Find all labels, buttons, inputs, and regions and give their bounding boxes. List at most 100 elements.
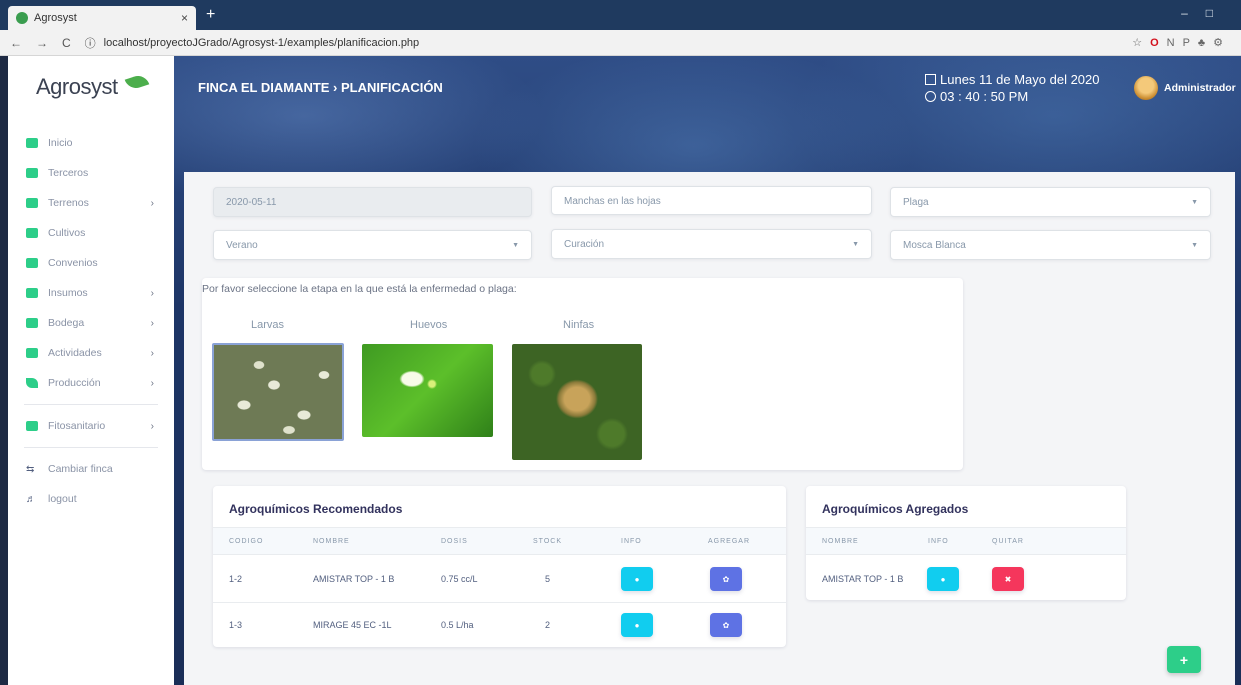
- recommended-title: Agroquímicos Recomendados: [229, 502, 403, 516]
- chevron-down-icon: ▼: [852, 240, 859, 248]
- added-card: Agroquímicos Agregados NOMBRE INFO QUITA…: [806, 486, 1126, 600]
- warehouse-icon: [26, 318, 38, 328]
- chevron-down-icon: ▼: [512, 241, 519, 249]
- remove-button[interactable]: ✖: [992, 567, 1024, 591]
- extensions-area[interactable]: ☆ONP♣⚙: [1132, 36, 1231, 49]
- season-select-value: Verano: [226, 239, 258, 251]
- stage-label-ninfas: Ninfas: [563, 319, 595, 331]
- info-icon: ●: [634, 620, 640, 630]
- stage-image-ninfas[interactable]: [512, 344, 642, 460]
- sidebar-item-cultivos[interactable]: Cultivos: [8, 218, 174, 248]
- user-name[interactable]: Administrador: [1164, 82, 1236, 94]
- tab-title: Agrosyst: [34, 12, 77, 24]
- map-icon: [26, 348, 38, 358]
- info-button[interactable]: ●: [927, 567, 959, 591]
- stage-question: Por favor seleccione la etapa en la que …: [202, 283, 517, 295]
- current-time: 03 : 40 : 50 PM: [940, 89, 1029, 104]
- back-icon[interactable]: ←: [10, 36, 22, 50]
- sidebar-item-insumos[interactable]: Insumos ›: [8, 278, 174, 308]
- sidebar-item-terceros[interactable]: Terceros: [8, 158, 174, 188]
- tab-close-icon[interactable]: ×: [181, 11, 188, 25]
- add-button[interactable]: ✿: [710, 567, 742, 591]
- chevron-right-icon: ›: [150, 197, 154, 209]
- pest-select-value: Mosca Blanca: [903, 239, 966, 251]
- col-header: DOSIS: [441, 538, 468, 545]
- sidebar-item-fitosanitario[interactable]: Fitosanitario ›: [8, 411, 174, 441]
- col-header: AGREGAR: [708, 538, 751, 545]
- sidebar-item-convenios[interactable]: Convenios: [8, 248, 174, 278]
- stage-label-huevos: Huevos: [410, 319, 448, 331]
- recommended-table-header: CODIGO NOMBRE DOSIS STOCK INFO AGREGAR: [213, 527, 786, 555]
- cell-stock: 2: [545, 620, 551, 630]
- chevron-right-icon: ›: [150, 420, 154, 432]
- stage-image-larvas[interactable]: [212, 343, 344, 441]
- add-floating-button[interactable]: +: [1167, 646, 1201, 673]
- add-icon: ✿: [722, 620, 730, 630]
- sidebar-item-label: Convenios: [48, 257, 98, 269]
- plant-icon: [26, 228, 38, 238]
- season-select[interactable]: Verano ▼: [213, 230, 532, 260]
- col-header: NOMBRE: [313, 538, 350, 545]
- sidebar-item-label: Bodega: [48, 317, 85, 329]
- sidebar-item-bodega[interactable]: Bodega ›: [8, 308, 174, 338]
- sidebar-item-label: Terceros: [48, 167, 89, 179]
- stage-image-huevos[interactable]: [362, 344, 493, 437]
- cell-codigo: 1-2: [229, 574, 243, 584]
- remove-icon: ✖: [1004, 574, 1012, 584]
- info-button[interactable]: ●: [621, 613, 653, 637]
- symptom-textarea[interactable]: Manchas en las hojas: [551, 186, 872, 215]
- chevron-right-icon: ›: [150, 317, 154, 329]
- info-button[interactable]: ●: [621, 567, 653, 591]
- exchange-icon: ⇆: [26, 463, 35, 475]
- app-logo[interactable]: Agrosyst: [36, 74, 118, 100]
- sidebar-item-logout[interactable]: ♬ logout: [8, 484, 174, 514]
- sidebar-item-label: Producción: [48, 377, 101, 389]
- cell-stock: 5: [545, 574, 551, 584]
- chevron-down-icon: ▼: [1191, 198, 1198, 206]
- col-header: INFO: [621, 538, 642, 545]
- users-icon: [26, 168, 38, 178]
- sidebar-item-produccion[interactable]: Producción ›: [8, 368, 174, 398]
- sidebar-item-label: Actividades: [48, 347, 102, 359]
- type-select[interactable]: Plaga ▼: [890, 187, 1211, 217]
- opera-icon[interactable]: O: [1150, 37, 1167, 49]
- avatar[interactable]: [1134, 76, 1158, 100]
- reload-icon[interactable]: C: [62, 36, 71, 50]
- sidebar: Agrosyst Inicio Terceros Terrenos › Cult…: [8, 56, 174, 685]
- info-icon: ●: [634, 574, 640, 584]
- chevron-right-icon: ›: [150, 287, 154, 299]
- sidebar-item-label: Inicio: [48, 137, 73, 149]
- sidebar-divider: [24, 447, 158, 448]
- add-button[interactable]: ✿: [710, 613, 742, 637]
- logo-leaf-icon: [124, 72, 150, 92]
- breadcrumb: FINCA EL DIAMANTE › PLANIFICACIÓN: [198, 80, 443, 95]
- treatment-select[interactable]: Curación ▼: [551, 229, 872, 259]
- sidebar-menu: Inicio Terceros Terrenos › Cultivos Conv…: [8, 128, 174, 514]
- medkit-icon: [26, 421, 38, 431]
- new-tab-button[interactable]: +: [206, 6, 215, 24]
- map-icon: [26, 288, 38, 298]
- browser-tab[interactable]: Agrosyst ×: [8, 6, 196, 30]
- pest-select[interactable]: Mosca Blanca ▼: [890, 230, 1211, 260]
- sidebar-item-terrenos[interactable]: Terrenos ›: [8, 188, 174, 218]
- sidebar-item-actividades[interactable]: Actividades ›: [8, 338, 174, 368]
- cell-nombre: AMISTAR TOP - 1 B: [313, 574, 395, 584]
- window-controls[interactable]: –□: [1181, 6, 1231, 20]
- sidebar-item-label: Cultivos: [48, 227, 86, 239]
- info-icon[interactable]: ⓘ: [85, 35, 96, 51]
- sidebar-item-label: logout: [48, 493, 77, 505]
- browser-tab-bar: Agrosyst × + –□: [0, 0, 1241, 30]
- cell-dosis: 0.5 L/ha: [441, 620, 474, 630]
- url-field[interactable]: localhost/proyectoJGrado/Agrosyst-1/exam…: [104, 37, 420, 49]
- col-header: CODIGO: [229, 538, 264, 545]
- stage-label-larvas: Larvas: [251, 319, 285, 331]
- cell-nombre: MIRAGE 45 EC -1L: [313, 620, 392, 630]
- sidebar-item-cambiar-finca[interactable]: ⇆ Cambiar finca: [8, 454, 174, 484]
- forward-icon[interactable]: →: [36, 36, 48, 50]
- added-table-header: NOMBRE INFO QUITAR: [806, 527, 1126, 555]
- sidebar-item-label: Fitosanitario: [48, 420, 106, 432]
- row-divider: [213, 602, 786, 603]
- sidebar-item-label: Cambiar finca: [48, 463, 113, 475]
- sidebar-item-inicio[interactable]: Inicio: [8, 128, 174, 158]
- clock-icon: [925, 91, 936, 102]
